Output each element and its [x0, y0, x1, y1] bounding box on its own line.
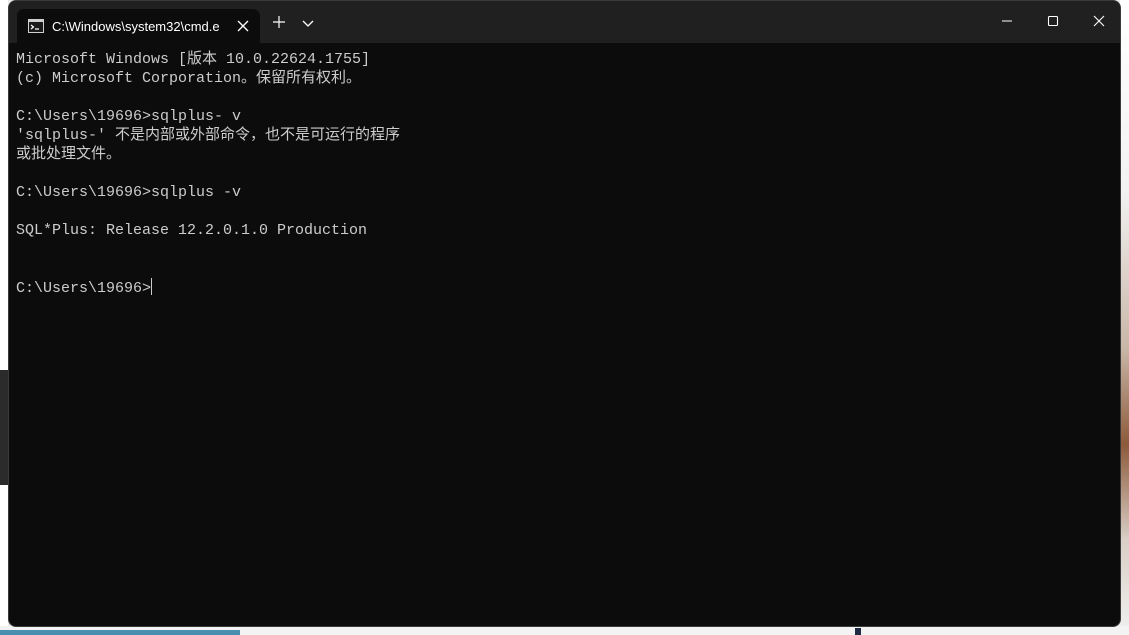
- background-mark: [855, 628, 861, 635]
- desktop-background-right: [1120, 0, 1129, 635]
- tab-title: C:\Windows\system32\cmd.e: [52, 19, 220, 34]
- console-output[interactable]: Microsoft Windows [版本 10.0.22624.1755] (…: [16, 50, 1111, 620]
- maximize-icon: [1047, 15, 1059, 27]
- close-window-button[interactable]: [1076, 1, 1120, 41]
- tab-cmd[interactable]: C:\Windows\system32\cmd.e: [17, 9, 260, 43]
- prompt-text: C:\Users\19696>: [16, 280, 152, 297]
- chevron-down-icon[interactable]: [300, 15, 316, 31]
- console-line: (c) Microsoft Corporation。保留所有权利。: [16, 70, 362, 87]
- console-line: 或批处理文件。: [16, 146, 122, 163]
- desktop-background-left: [0, 0, 8, 635]
- background-window-fragment: [0, 370, 8, 485]
- plus-icon[interactable]: [270, 13, 288, 31]
- console-line: 'sqlplus-' 不是内部或外部命令，也不是可运行的程序: [16, 127, 401, 144]
- close-icon[interactable]: [234, 17, 252, 35]
- minimize-icon: [1002, 20, 1012, 22]
- prompt-line[interactable]: C:\Users\19696>: [16, 278, 1111, 297]
- text-cursor: [151, 278, 153, 295]
- cmd-icon: [28, 18, 44, 33]
- console-line: C:\Users\19696>sqlplus- v: [16, 108, 242, 125]
- desktop-background-bottom: [0, 626, 1129, 635]
- console-line: SQL*Plus: Release 12.2.0.1.0 Production: [16, 222, 368, 239]
- title-bar[interactable]: C:\Windows\system32\cmd.e: [9, 1, 1120, 43]
- minimize-button[interactable]: [984, 1, 1030, 41]
- console-line: C:\Users\19696>sqlplus -v: [16, 184, 242, 201]
- console-line: Microsoft Windows [版本 10.0.22624.1755]: [16, 51, 371, 68]
- background-strip: [0, 630, 240, 635]
- maximize-button[interactable]: [1030, 1, 1076, 41]
- terminal-window: C:\Windows\system32\cmd.e Microsoft Wind…: [8, 0, 1121, 627]
- close-icon: [1093, 15, 1105, 27]
